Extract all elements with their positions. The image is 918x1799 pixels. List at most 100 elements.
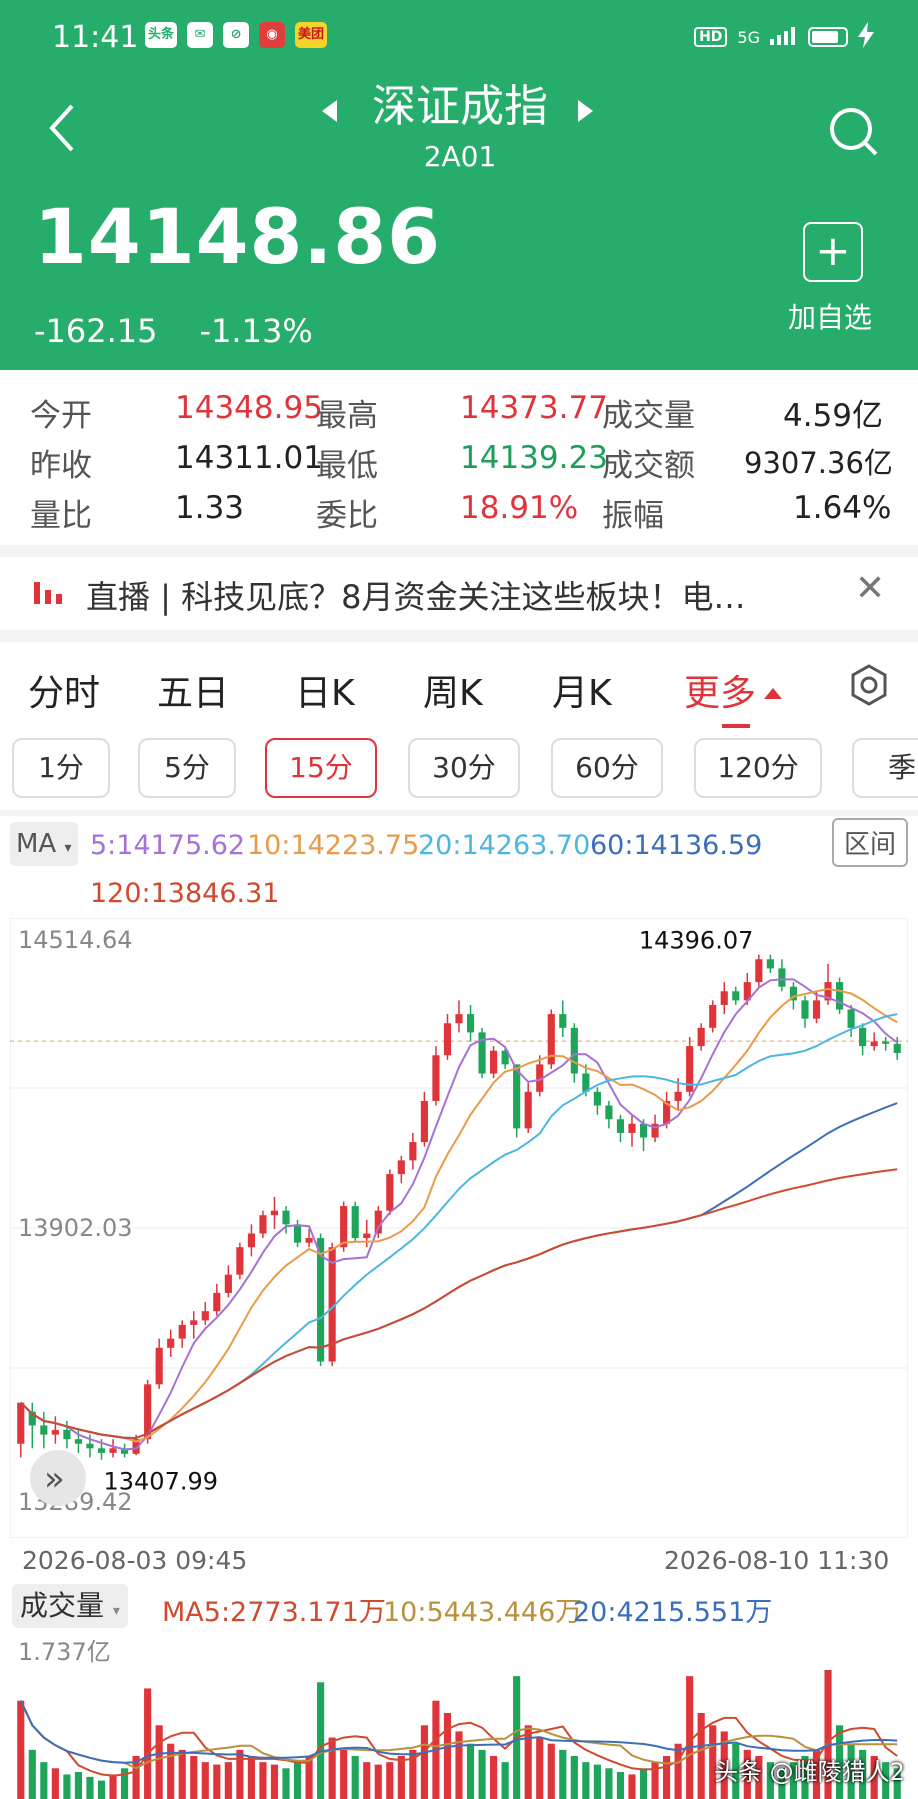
tab-five-day[interactable]: 五日 [157, 664, 229, 716]
volume-bar [570, 1756, 578, 1799]
volume-bar [190, 1756, 198, 1799]
page-title: 深证成指 [372, 81, 548, 132]
candle [443, 1023, 452, 1056]
ma-legend: MA ▾ 5:14175.62 10:14223.75 20:14263.70 … [0, 818, 918, 918]
candle [732, 991, 740, 1001]
back-icon[interactable] [42, 100, 82, 156]
candle [893, 1043, 901, 1053]
amount-value: 9307.36亿 [744, 446, 893, 480]
tab-monthly-k[interactable]: 月K [552, 664, 612, 716]
volume-bar [51, 1768, 59, 1799]
candle [190, 1320, 198, 1325]
volume-bar [674, 1743, 682, 1799]
stats-row-2: 昨收 14311.01 最低 14139.23 成交额 9307.36亿 [0, 440, 918, 490]
candle [674, 1091, 682, 1101]
tab-more[interactable]: 更多 [684, 664, 783, 716]
volume-bar [236, 1749, 244, 1799]
candle [155, 1347, 163, 1385]
tab-weekly-k[interactable]: 周K [423, 664, 483, 716]
dropdown-icon: ▾ [112, 1603, 120, 1619]
low-value: 14139.23 [460, 440, 608, 476]
period-15m[interactable]: 15分 [265, 738, 377, 798]
volume-bar [605, 1768, 613, 1799]
candle [766, 959, 774, 969]
volume-bar [351, 1756, 359, 1799]
header: 11:41 头条 ✉ ⊘ ◉ 美团 HD 5G 深证成指 2A01 14148.… [0, 0, 918, 370]
volume-bar [340, 1749, 348, 1799]
candle [420, 1100, 428, 1143]
order-ratio-value: 18.91% [460, 490, 579, 526]
high-annotation: 14396.07 [639, 927, 754, 955]
candle [351, 1206, 359, 1239]
period-120m[interactable]: 120分 [694, 738, 822, 798]
volume-bar [293, 1762, 302, 1799]
volume-selector[interactable]: 成交量 ▾ [12, 1584, 128, 1628]
vol-ma20: 20:4215.551万 [573, 1597, 773, 1628]
ma-selector[interactable]: MA ▾ [10, 822, 78, 866]
close-icon[interactable]: ✕ [855, 568, 885, 609]
volume-bar [155, 1725, 163, 1799]
ma60-value: 60:14136.59 [590, 830, 763, 861]
volume-bar [524, 1725, 532, 1799]
amplitude-label: 振幅 [602, 498, 664, 534]
period-quarter[interactable]: 季 [852, 738, 918, 798]
volume-value: 4.59亿 [783, 398, 884, 434]
y-label-top: 14514.64 [18, 926, 133, 954]
volume-bar [63, 1774, 71, 1799]
candle [293, 1224, 302, 1243]
volume-bar [374, 1764, 382, 1799]
volume-bar [628, 1774, 636, 1799]
tab-intraday[interactable]: 分时 [28, 664, 100, 716]
period-5m[interactable]: 5分 [138, 738, 236, 798]
candle [51, 1430, 59, 1435]
volume-bar [386, 1762, 394, 1799]
prev-close-value: 14311.01 [175, 440, 323, 476]
candle [559, 1014, 567, 1028]
volume-bar [97, 1780, 106, 1799]
ticker-text[interactable]: 直播 | 科技见底？8月资金关注这些板块！电… [86, 572, 826, 618]
range-button[interactable]: 区间 [832, 818, 909, 867]
candle [247, 1233, 255, 1248]
volume-bar [178, 1749, 186, 1799]
volume-bar [213, 1764, 221, 1799]
volume-legend: 成交量 ▾ MA5:2773.171万 10:5443.446万 20:4215… [0, 1584, 918, 1630]
volume-bar [17, 1700, 25, 1799]
candle [639, 1123, 648, 1138]
candle [374, 1210, 382, 1234]
add-watchlist-button[interactable]: + [803, 222, 863, 282]
charging-icon [858, 22, 874, 52]
volume-bar [593, 1764, 601, 1799]
volume-bar [109, 1774, 117, 1799]
candle [524, 1091, 532, 1129]
amount-label: 成交额 [602, 448, 695, 484]
period-60m[interactable]: 60分 [551, 738, 663, 798]
live-ticker[interactable]: 直播 | 科技见底？8月资金关注这些板块！电… ✕ [0, 550, 918, 630]
next-index-icon[interactable] [578, 100, 593, 122]
period-1m[interactable]: 1分 [12, 738, 110, 798]
search-icon[interactable] [826, 104, 880, 158]
candle [224, 1274, 232, 1293]
tab-daily-k[interactable]: 日K [295, 664, 355, 716]
volume-label: 成交量 [602, 398, 695, 434]
volume-bar [28, 1749, 36, 1799]
candle [455, 1014, 463, 1024]
live-icon [34, 578, 62, 604]
candle [259, 1215, 267, 1234]
x-label-start: 2026-08-03 09:45 [22, 1546, 248, 1575]
volume-bar [144, 1688, 152, 1799]
settings-icon[interactable] [848, 664, 890, 706]
ma20-value: 20:14263.70 [418, 830, 591, 861]
period-selector: 1分 5分 15分 30分 60分 120分 季 [12, 738, 918, 800]
period-30m[interactable]: 30分 [408, 738, 520, 798]
stats-grid: 今开 14348.95 最高 14373.77 成交量 4.59亿 昨收 143… [0, 370, 918, 545]
candle [812, 1000, 821, 1019]
volume-bar [443, 1713, 452, 1799]
ma10-value: 10:14223.75 [247, 830, 420, 861]
candlestick-chart[interactable]: 14514.6413902.0313289.4214396.0713407.99… [10, 918, 908, 1538]
add-watchlist-label[interactable]: 加自选 [788, 296, 872, 336]
index-code: 2A01 [423, 140, 497, 173]
candle [17, 1402, 25, 1444]
volume-bar [270, 1764, 279, 1799]
volume-bar [259, 1762, 267, 1799]
volume-bar [363, 1762, 371, 1799]
